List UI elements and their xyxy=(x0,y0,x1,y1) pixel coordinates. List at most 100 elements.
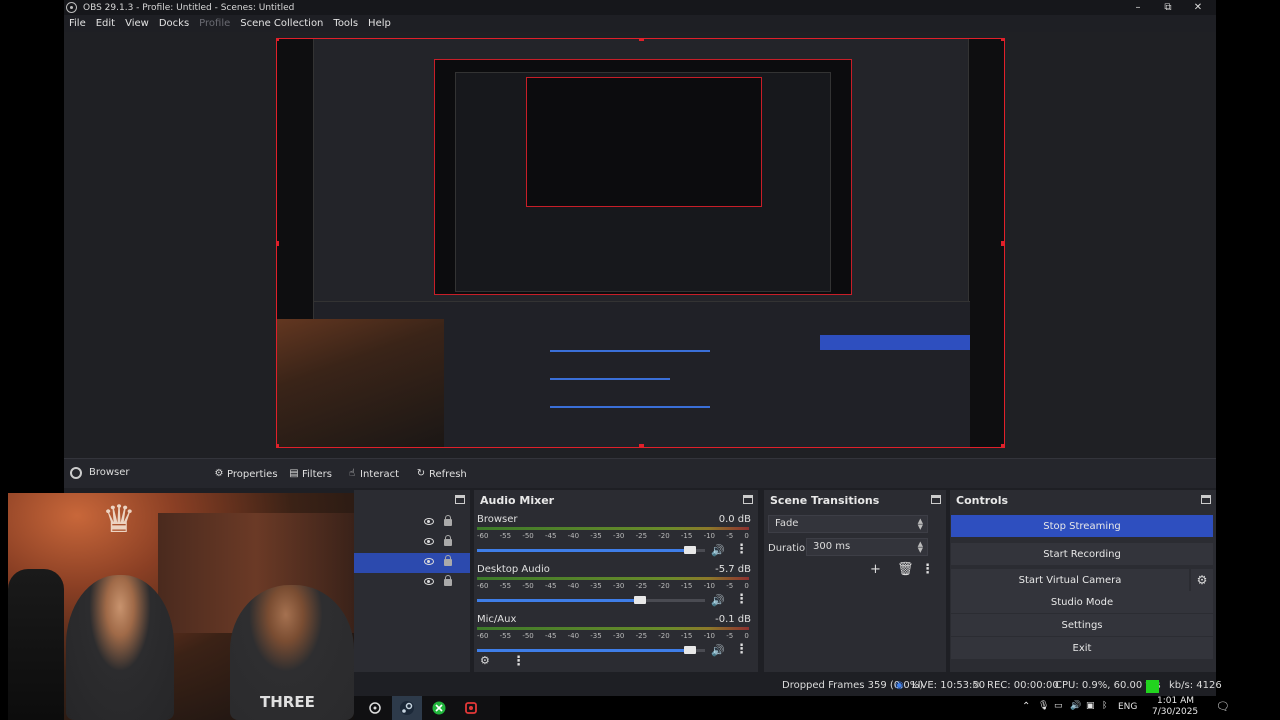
menu-scene-collection[interactable]: Scene Collection xyxy=(240,18,323,29)
controls-title: Controls xyxy=(956,493,1009,507)
refresh-label: Refresh xyxy=(429,468,467,480)
game-icon[interactable] xyxy=(456,696,486,720)
minimize-button[interactable]: – xyxy=(1123,2,1153,13)
undock-icon[interactable] xyxy=(743,495,753,504)
close-button[interactable]: ✕ xyxy=(1183,2,1213,13)
start-recording-button[interactable]: Start Recording xyxy=(951,543,1213,565)
lock-icon[interactable] xyxy=(444,555,452,566)
steam-icon[interactable] xyxy=(392,696,422,720)
volume-icon[interactable]: 🔊 xyxy=(1070,701,1081,711)
fader-handle[interactable] xyxy=(683,646,696,654)
rec-time: REC: 00:00:00 xyxy=(987,680,1059,691)
microphone-icon[interactable]: 🎙 xyxy=(1038,701,1049,711)
channel-menu-icon[interactable]: ⋮ xyxy=(735,593,748,606)
volume-fader[interactable] xyxy=(477,646,705,654)
undock-icon[interactable] xyxy=(931,495,941,504)
resize-handle[interactable] xyxy=(1001,444,1004,447)
undock-icon[interactable] xyxy=(455,495,465,504)
properties-button[interactable]: ⚙ Properties xyxy=(210,465,282,483)
bluetooth-icon[interactable]: ᛒ xyxy=(1102,701,1107,711)
undock-icon[interactable] xyxy=(1201,495,1211,504)
studio-mode-button[interactable]: Studio Mode xyxy=(951,591,1213,613)
maximize-button[interactable]: ⧉ xyxy=(1153,2,1183,13)
add-icon[interactable]: + xyxy=(870,563,881,576)
advanced-audio-icon[interactable]: ⚙ xyxy=(480,654,490,667)
settings-button[interactable]: Settings xyxy=(951,614,1213,636)
interact-button[interactable]: ☝ Interact xyxy=(343,465,403,483)
source-row[interactable] xyxy=(354,533,470,553)
meter-scale: -60 -55 -50 -45 -40 -35 -30 -25 -20 -15 -10 -5 0 xyxy=(477,632,749,642)
channel-menu-icon[interactable]: ⋮ xyxy=(735,643,748,656)
start-virtual-camera-button[interactable]: Start Virtual Camera xyxy=(951,569,1189,591)
language-indicator[interactable]: ENG xyxy=(1118,702,1137,712)
menu-file[interactable]: File xyxy=(69,18,86,29)
xbox-icon[interactable] xyxy=(424,696,454,720)
virtual-camera-settings-button[interactable]: ⚙ xyxy=(1191,569,1213,591)
transition-menu-icon[interactable]: ⋮ xyxy=(921,563,934,576)
menu-edit[interactable]: Edit xyxy=(96,18,115,29)
meter-tick-label: -60 xyxy=(477,632,489,640)
meter-tick-label: -55 xyxy=(499,582,512,590)
volume-fader[interactable] xyxy=(477,596,705,604)
eye-icon[interactable] xyxy=(424,578,434,585)
exit-button[interactable]: Exit xyxy=(951,637,1213,659)
fader-handle[interactable] xyxy=(683,546,696,554)
refresh-button[interactable]: ↻ Refresh xyxy=(412,465,471,483)
meter-tick-label: -10 xyxy=(703,532,715,540)
mute-icon[interactable]: 🔊 xyxy=(711,544,725,557)
menu-profile[interactable]: Profile xyxy=(199,18,230,29)
resize-handle[interactable] xyxy=(639,444,644,447)
meter-tick-label: -35 xyxy=(590,532,602,540)
nested-preview xyxy=(434,59,852,295)
source-toolbar: Browser ⚙ Properties ▤ Filters ☝ Interac… xyxy=(64,458,1216,488)
scene-transitions-title: Scene Transitions xyxy=(770,493,880,507)
mixer-menu-icon[interactable]: ⋮ xyxy=(512,655,525,668)
meter-tick-label: -55 xyxy=(499,532,512,540)
resize-handle[interactable] xyxy=(1001,241,1004,246)
resize-handle[interactable] xyxy=(1001,39,1004,41)
meter-tick-label: -45 xyxy=(544,582,557,590)
source-row[interactable] xyxy=(354,513,470,533)
network-icon[interactable]: ▭ xyxy=(1054,701,1063,711)
preview-canvas[interactable] xyxy=(276,38,1005,448)
transition-select[interactable]: Fade ▲ ▼ xyxy=(768,515,928,533)
clock-date[interactable]: 7/30/2025 xyxy=(1152,707,1198,717)
filters-button[interactable]: ▤ Filters xyxy=(285,465,336,483)
meter-tick-label: -25 xyxy=(635,532,648,540)
stop-streaming-button[interactable]: Stop Streaming xyxy=(951,515,1213,537)
source-row[interactable] xyxy=(354,573,470,593)
fader-fill xyxy=(477,599,646,602)
trash-icon[interactable]: 🗑 xyxy=(897,563,914,576)
meter-tick-label: -50 xyxy=(522,632,534,640)
meter-scale: -60 -55 -50 -45 -40 -35 -30 -25 -20 -15 -10 -5 0 xyxy=(477,532,749,542)
resize-handle[interactable] xyxy=(277,39,279,41)
menu-help[interactable]: Help xyxy=(368,18,391,29)
resize-handle[interactable] xyxy=(277,241,279,246)
notification-icon[interactable]: 🗨 xyxy=(1216,700,1230,713)
duration-spinbox[interactable]: 300 ms ▲ ▼ xyxy=(806,538,928,556)
display-icon[interactable]: ▣ xyxy=(1086,701,1095,711)
eye-icon[interactable] xyxy=(424,538,434,545)
chevron-up-icon[interactable]: ⌃ xyxy=(1022,701,1030,712)
source-row-selected[interactable] xyxy=(354,553,470,573)
menu-docks[interactable]: Docks xyxy=(159,18,189,29)
volume-fader[interactable] xyxy=(477,546,705,554)
lock-icon[interactable] xyxy=(444,535,452,546)
clock-time[interactable]: 1:01 AM xyxy=(1157,696,1194,706)
preview-area[interactable] xyxy=(64,32,1216,458)
resize-handle[interactable] xyxy=(639,39,644,41)
menu-view[interactable]: View xyxy=(125,18,149,29)
menu-bar: File Edit View Docks Profile Scene Colle… xyxy=(64,15,1216,32)
bitrate: kb/s: 4126 xyxy=(1169,680,1222,691)
lock-icon[interactable] xyxy=(444,575,452,586)
mute-icon[interactable]: 🔊 xyxy=(711,644,725,657)
obs-icon[interactable] xyxy=(360,696,390,720)
resize-handle[interactable] xyxy=(277,444,279,447)
eye-icon[interactable] xyxy=(424,558,434,565)
fader-handle[interactable] xyxy=(633,596,646,604)
mute-icon[interactable]: 🔊 xyxy=(711,594,725,607)
menu-tools[interactable]: Tools xyxy=(333,18,358,29)
eye-icon[interactable] xyxy=(424,518,434,525)
lock-icon[interactable] xyxy=(444,515,452,526)
channel-menu-icon[interactable]: ⋮ xyxy=(735,543,748,556)
